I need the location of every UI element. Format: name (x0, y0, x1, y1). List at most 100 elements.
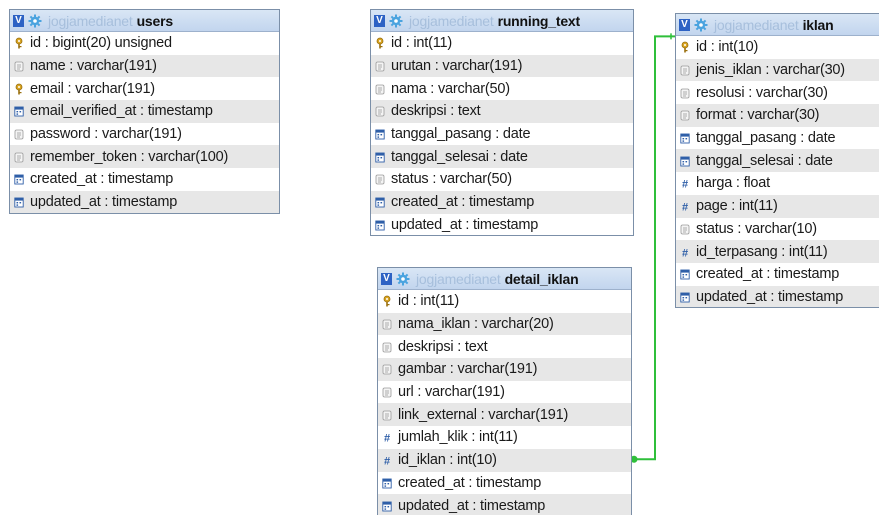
column-row[interactable]: status : varchar(50) (371, 168, 633, 191)
text-field-icon (375, 105, 385, 117)
column-row[interactable]: name : varchar(191) (10, 54, 279, 78)
column-label: id_iklan : int(10) (398, 452, 497, 469)
table-header[interactable]: Vjogjamedianet users (10, 10, 279, 32)
column-row[interactable]: deskripsi : text (378, 335, 631, 359)
column-row[interactable]: tanggal_pasang : date (676, 126, 879, 150)
column-row[interactable]: # id_terpasang : int(11) (676, 240, 879, 263)
database-name: jogjamedianet (48, 12, 133, 29)
column-row[interactable]: # page : int(11) (676, 194, 879, 218)
text-field-icon (382, 386, 392, 398)
column-row[interactable]: gambar : varchar(191) (378, 358, 631, 381)
table-running-text[interactable]: Vjogjamedianet running_text id : int(11) ur… (370, 9, 634, 237)
calendar-icon (375, 128, 385, 140)
table-header[interactable]: Vjogjamedianet running_text (371, 10, 633, 32)
gear-icon[interactable] (694, 18, 708, 32)
table-header[interactable]: Vjogjamedianet detail_iklan (378, 268, 631, 290)
column-row[interactable]: email_verified_at : timestamp (10, 100, 279, 123)
column-row[interactable]: id : int(11) (371, 32, 633, 55)
toggle-columns-icon[interactable]: V (381, 272, 392, 285)
text-field-icon (14, 60, 24, 72)
text-field-icon (375, 60, 385, 72)
column-row[interactable]: password : varchar(191) (10, 122, 279, 146)
table-header[interactable]: Vjogjamedianet iklan (676, 14, 879, 36)
column-row[interactable]: email : varchar(191) (10, 77, 279, 101)
column-row[interactable]: updated_at : timestamp (10, 190, 279, 213)
column-row[interactable]: url : varchar(191) (378, 380, 631, 404)
column-row[interactable]: link_external : varchar(191) (378, 403, 631, 427)
column-row[interactable]: nama : varchar(50) (371, 77, 633, 101)
column-row[interactable]: # id_iklan : int(10) (378, 448, 631, 472)
column-label: nama : varchar(50) (391, 80, 510, 97)
column-label: created_at : timestamp (30, 171, 174, 188)
toggle-columns-icon[interactable]: V (679, 18, 690, 31)
text-field-icon (382, 341, 392, 353)
column-row[interactable]: id : bigint(20) unsigned (10, 32, 279, 55)
column-label: name : varchar(191) (30, 58, 157, 75)
text-field-icon (680, 87, 690, 99)
column-row[interactable]: resolusi : varchar(30) (676, 81, 879, 105)
calendar-icon (680, 132, 690, 144)
column-row[interactable]: nama_iklan : varchar(20) (378, 312, 631, 336)
column-row[interactable]: id : int(11) (378, 290, 631, 313)
column-row[interactable]: created_at : timestamp (371, 190, 633, 214)
table-iklan[interactable]: Vjogjamedianet iklan id : int(10) jenis_ikl… (675, 13, 879, 309)
column-row[interactable]: updated_at : timestamp (378, 494, 631, 515)
key-icon (375, 37, 385, 49)
hash-icon: # (680, 246, 690, 258)
gear-icon[interactable] (396, 272, 410, 286)
column-row[interactable]: jenis_iklan : varchar(30) (676, 58, 879, 82)
key-icon (14, 83, 24, 95)
column-label: email : varchar(191) (30, 80, 155, 97)
column-row[interactable]: created_at : timestamp (676, 262, 879, 286)
column-list: id : bigint(20) unsigned name : varchar(1… (10, 32, 279, 213)
column-label: urutan : varchar(191) (391, 58, 523, 75)
column-label: id : bigint(20) unsigned (30, 35, 172, 52)
calendar-icon (14, 105, 24, 117)
column-label: gambar : varchar(191) (398, 361, 538, 378)
text-field-icon (680, 64, 690, 76)
calendar-icon (680, 291, 690, 303)
calendar-icon (680, 155, 690, 167)
column-row[interactable]: tanggal_selesai : date (371, 145, 633, 169)
gear-icon[interactable] (389, 14, 403, 28)
column-label: nama_iklan : varchar(20) (398, 316, 554, 333)
toggle-columns-icon[interactable]: V (13, 14, 24, 27)
column-label: link_external : varchar(191) (398, 406, 569, 423)
column-label: created_at : timestamp (391, 194, 535, 211)
column-row[interactable]: deskripsi : text (371, 100, 633, 123)
column-row[interactable]: updated_at : timestamp (676, 285, 879, 308)
column-row[interactable]: created_at : timestamp (378, 471, 631, 495)
table-detail-iklan[interactable]: Vjogjamedianet detail_iklan id : int(11) na… (377, 267, 632, 515)
column-row[interactable]: created_at : timestamp (10, 168, 279, 191)
column-label: created_at : timestamp (398, 474, 542, 491)
toggle-columns-icon[interactable]: V (374, 14, 385, 27)
column-row[interactable]: # harga : float (676, 172, 879, 195)
column-label: tanggal_pasang : date (696, 130, 836, 147)
column-row[interactable]: tanggal_selesai : date (676, 149, 879, 173)
column-row[interactable]: format : varchar(30) (676, 104, 879, 127)
column-row[interactable]: tanggal_pasang : date (371, 122, 633, 146)
column-list: id : int(11) urutan : varchar(191) nama : … (371, 32, 633, 236)
column-label: email_verified_at : timestamp (30, 103, 213, 120)
column-row[interactable]: updated_at : timestamp (371, 213, 633, 236)
column-row[interactable]: status : varchar(10) (676, 217, 879, 241)
key-icon (382, 295, 392, 307)
gear-icon[interactable] (28, 14, 42, 28)
hash-icon: # (382, 454, 392, 467)
column-label: remember_token : varchar(100) (30, 148, 229, 165)
column-list: id : int(11) nama_iklan : varchar(20) desk… (378, 290, 631, 515)
column-row[interactable]: remember_token : varchar(100) (10, 145, 279, 169)
column-row[interactable]: id : int(10) (676, 36, 879, 59)
column-label: jumlah_klik : int(11) (398, 429, 518, 446)
table-name: users (136, 12, 174, 29)
column-label: tanggal_selesai : date (696, 152, 833, 169)
column-row[interactable]: # jumlah_klik : int(11) (378, 426, 631, 449)
database-name: jogjamedianet (416, 270, 501, 287)
text-field-icon (680, 109, 690, 121)
column-row[interactable]: urutan : varchar(191) (371, 54, 633, 78)
column-label: page : int(11) (696, 198, 778, 215)
column-label: format : varchar(30) (696, 107, 820, 124)
calendar-icon (382, 500, 392, 512)
text-field-icon (375, 83, 385, 95)
table-users[interactable]: Vjogjamedianet users id : bigint(20) unsig… (9, 9, 280, 214)
